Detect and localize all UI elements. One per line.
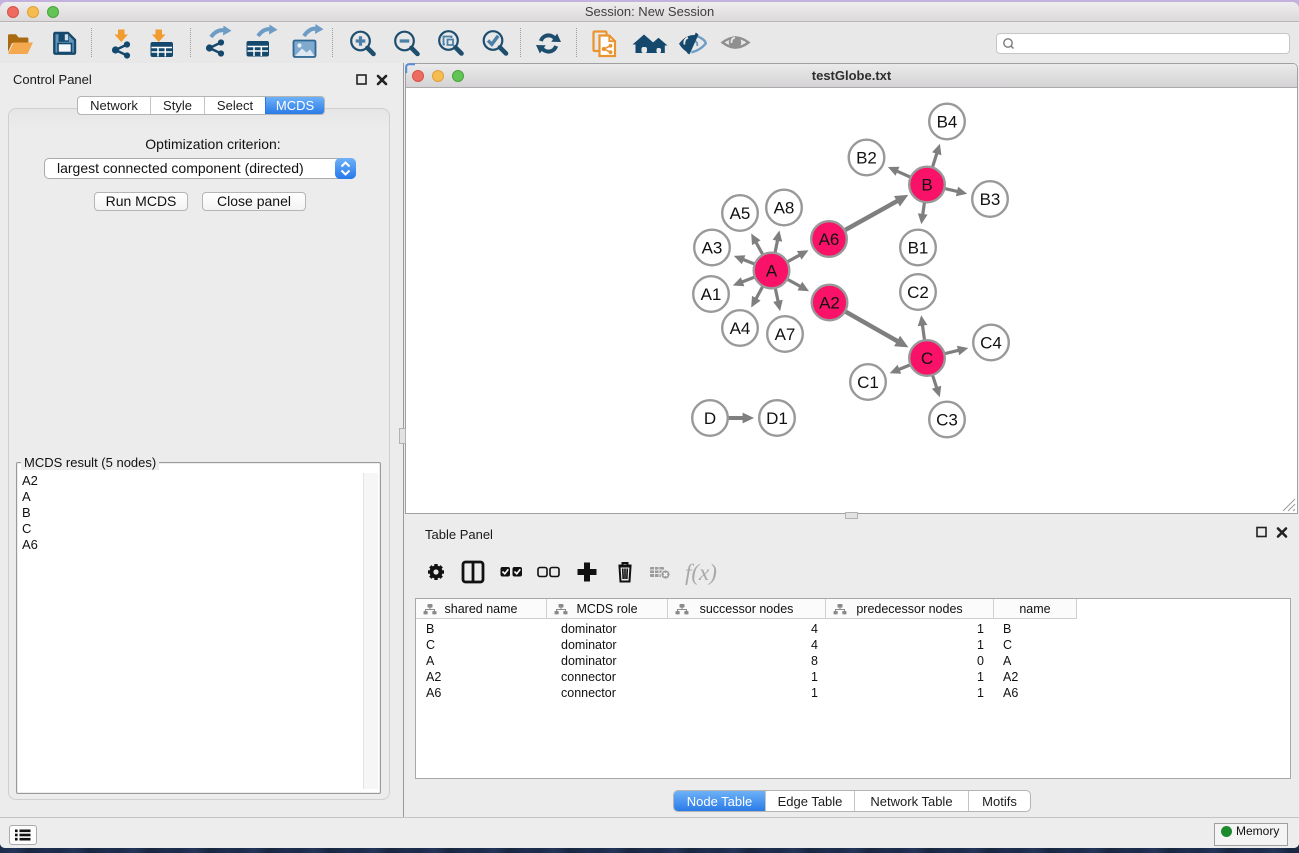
svg-text:D: D [704,409,716,428]
svg-text:A2: A2 [819,294,840,313]
svg-text:B2: B2 [856,149,877,168]
svg-text:C1: C1 [857,373,879,392]
svg-text:A1: A1 [701,285,722,304]
svg-text:C: C [921,349,933,368]
svg-text:B4: B4 [937,113,958,132]
svg-text:A5: A5 [730,204,751,223]
svg-text:A4: A4 [730,319,751,338]
svg-text:B: B [921,176,932,195]
svg-text:C4: C4 [980,334,1002,353]
svg-text:C2: C2 [907,283,929,302]
svg-text:A8: A8 [774,199,795,218]
svg-text:B3: B3 [980,190,1001,209]
svg-text:A7: A7 [775,325,796,344]
svg-text:f(x): f(x) [685,560,717,585]
svg-text:A3: A3 [702,239,723,258]
svg-text:C3: C3 [936,411,958,430]
svg-text:A6: A6 [819,230,840,249]
svg-text:A: A [766,262,778,281]
svg-text:B1: B1 [908,239,929,258]
svg-text:D1: D1 [766,409,788,428]
